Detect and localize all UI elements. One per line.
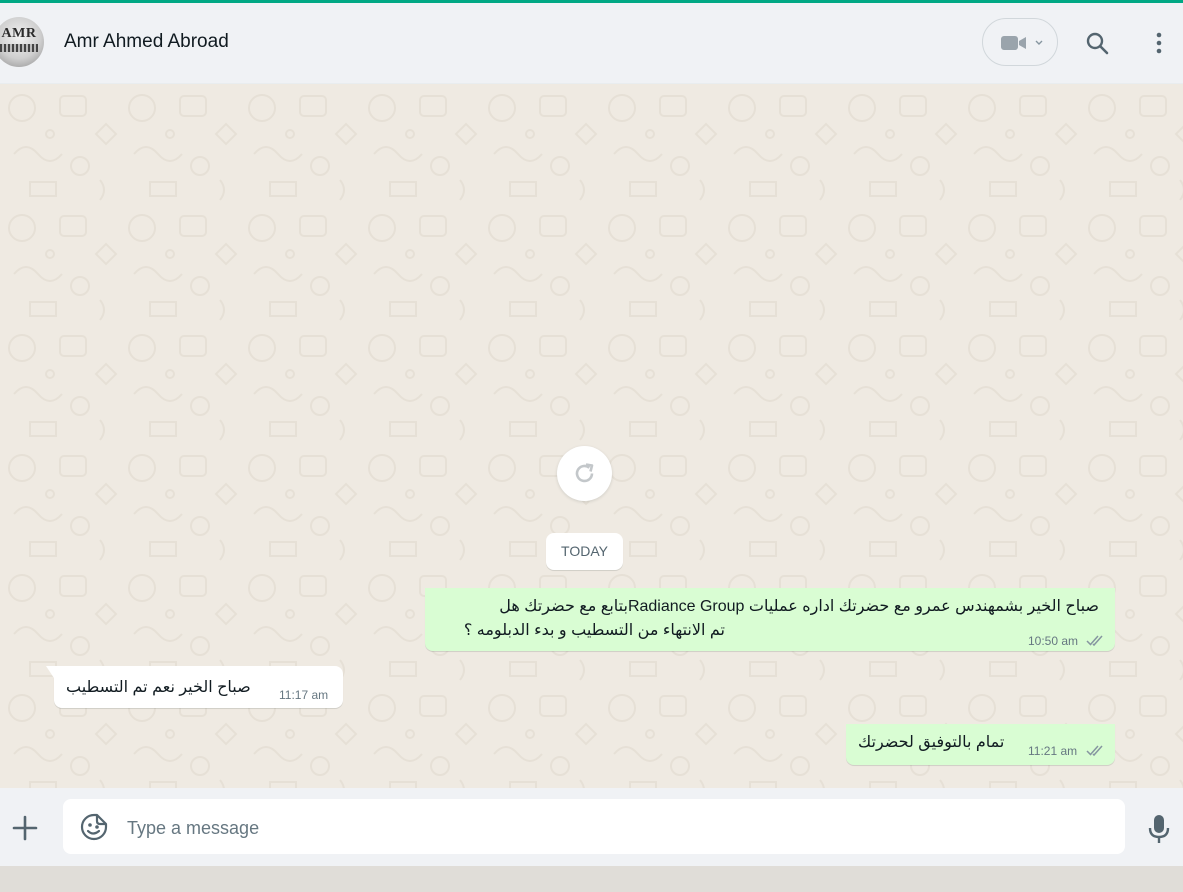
message-text: صباح الخير نعم تم التسطيب [66,679,251,696]
double-check-icon [1086,635,1103,647]
message-text-line2: تم الانتهاء من التسطيب و بدء الدبلومه ؟ [463,622,725,639]
avatar-monogram: AMR [1,26,37,41]
video-call-button[interactable] [982,18,1058,66]
microphone-icon[interactable] [1148,813,1170,845]
message-input-box[interactable] [63,799,1125,854]
message-text: تمام بالتوفيق لحضرتك [858,734,1005,751]
message-text: صباح الخير بشمهندس عمرو مع حضرتك اداره ع… [499,598,1099,615]
message-time: 11:21 am [1028,744,1078,758]
message-bubble-incoming[interactable]: صباح الخير نعم تم التسطيب 11:17 am [46,666,343,708]
bubble-tail [846,724,854,736]
chat-header: AMR Amr Ahmed Abroad [0,3,1183,84]
message-bubble-outgoing[interactable]: صباح الخير بشمهندس عمرو مع حضرتك اداره ع… [425,588,1115,651]
message-bubble-outgoing[interactable]: تمام بالتوفيق لحضرتك 11:21 am [846,724,1115,765]
chat-area[interactable]: TODAY صباح الخير بشمهندس عمرو مع حضرتك ا… [0,84,1183,788]
message-composer [0,788,1183,866]
message-input[interactable] [125,813,1109,843]
chevron-down-icon [1035,40,1043,45]
plus-icon[interactable] [12,815,38,841]
date-divider: TODAY [546,533,623,570]
bottom-strip [0,866,1183,892]
message-time: 11:17 am [279,688,329,702]
double-check-icon [1086,745,1103,757]
refresh-icon [575,463,594,483]
message-time: 10:50 am [1028,634,1079,648]
video-camera-icon [1001,36,1026,50]
search-icon[interactable] [1085,31,1109,55]
reload-button[interactable] [557,446,612,501]
bubble-tail [425,588,433,600]
menu-dots-icon[interactable] [1153,31,1165,57]
contact-avatar[interactable]: AMR [0,17,44,67]
sticker-icon[interactable] [80,813,108,841]
avatar-skyline [0,44,38,52]
bubble-tail [46,666,54,678]
contact-name[interactable]: Amr Ahmed Abroad [64,31,229,53]
